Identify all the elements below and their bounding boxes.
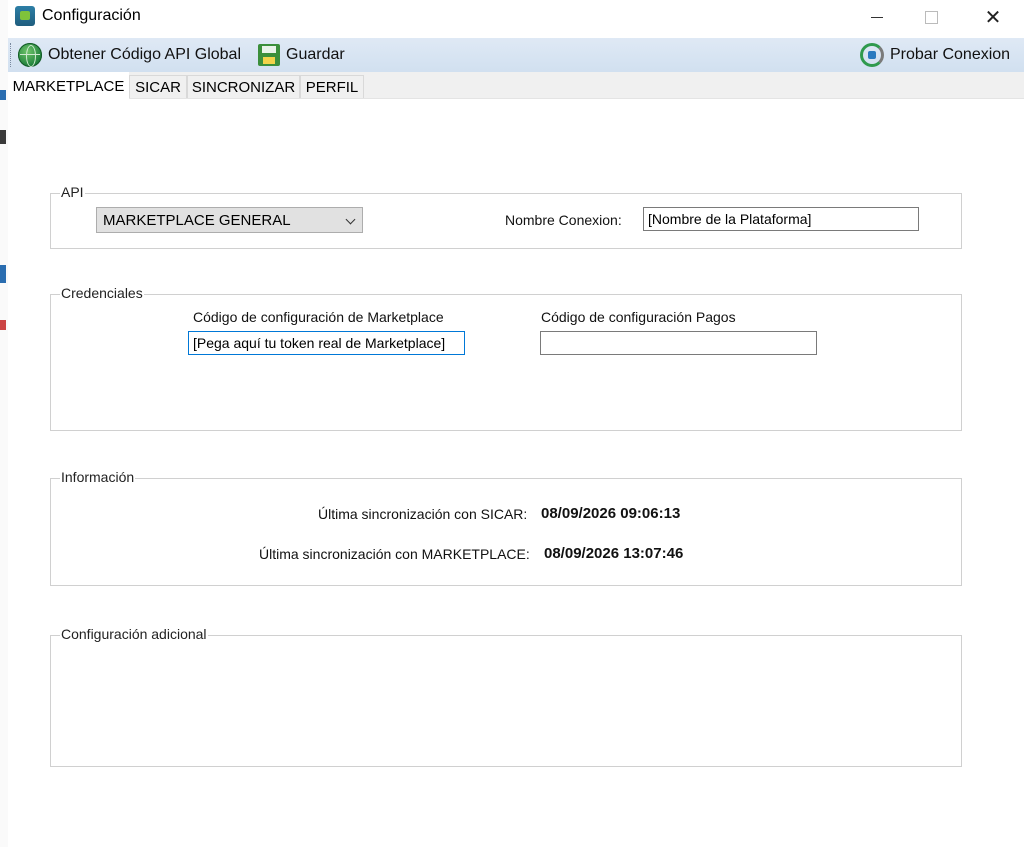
tab-marketplace[interactable]: MARKETPLACE (8, 72, 129, 100)
last-sync-marketplace-label: Última sincronización con MARKETPLACE: (259, 546, 530, 562)
floppy-disk-icon (258, 44, 280, 66)
save-button[interactable]: Guardar (258, 42, 345, 68)
api-group: API MARKETPLACE GENERAL Nombre Conexion:… (50, 184, 962, 249)
api-group-legend: API (60, 184, 85, 200)
credentials-group: Credenciales Código de configuración de … (50, 285, 962, 431)
connection-name-field[interactable]: [Nombre de la Plataforma] (643, 207, 919, 231)
credentials-group-legend: Credenciales (60, 285, 144, 301)
connection-refresh-icon (860, 43, 884, 67)
marketplace-code-label: Código de configuración de Marketplace (193, 309, 444, 325)
maximize-icon (924, 10, 938, 24)
last-sync-sicar-label: Última sincronización con SICAR: (318, 506, 528, 522)
additional-config-group: Configuración adicional (50, 626, 962, 767)
api-select-value: MARKETPLACE GENERAL (103, 212, 291, 229)
payments-code-label: Código de configuración Pagos (541, 309, 736, 325)
minimize-icon (871, 16, 883, 18)
close-icon: ✕ (984, 6, 1002, 29)
globe-icon (18, 43, 42, 67)
connection-name-label: Nombre Conexion: (505, 212, 622, 228)
information-group: Información Última sincronización con SI… (50, 469, 962, 586)
save-label: Guardar (286, 46, 345, 63)
toolbar-grip[interactable] (10, 43, 14, 67)
marketplace-code-field[interactable]: [Pega aquí tu token real de Marketplace] (188, 331, 465, 355)
test-connection-button[interactable]: Probar Conexion (860, 42, 1010, 68)
tab-strip: MARKETPLACE SICAR SINCRONIZAR PERFIL (8, 72, 1024, 100)
additional-config-legend: Configuración adicional (60, 626, 208, 642)
close-button[interactable]: ✕ (970, 2, 1016, 32)
api-select[interactable]: MARKETPLACE GENERAL (96, 207, 363, 233)
last-sync-marketplace-value: 08/09/2026 13:07:46 (544, 545, 684, 562)
marketplace-tab-panel: API MARKETPLACE GENERAL Nombre Conexion:… (8, 98, 1024, 848)
toolbar: Obtener Código API Global Guardar Probar… (8, 38, 1024, 103)
maximize-button[interactable] (908, 2, 954, 32)
get-api-code-label: Obtener Código API Global (48, 46, 242, 63)
background-window-edge (0, 0, 8, 847)
chevron-down-icon (345, 214, 356, 225)
test-connection-label: Probar Conexion (890, 46, 1011, 63)
tab-sicar[interactable]: SICAR (129, 75, 187, 98)
app-icon (15, 6, 35, 26)
last-sync-sicar-value: 08/09/2026 09:06:13 (541, 505, 681, 522)
window-title: Configuración (42, 7, 141, 24)
tab-perfil[interactable]: PERFIL (300, 75, 364, 98)
tab-sincronizar[interactable]: SINCRONIZAR (187, 75, 300, 98)
get-api-code-button[interactable]: Obtener Código API Global (18, 42, 241, 68)
information-group-legend: Información (60, 469, 136, 485)
payments-code-field[interactable] (540, 331, 817, 355)
config-window: Configuración ✕ Obtener Código API Globa… (8, 0, 1024, 848)
title-bar: Configuración ✕ (8, 0, 1024, 36)
minimize-button[interactable] (854, 2, 900, 32)
